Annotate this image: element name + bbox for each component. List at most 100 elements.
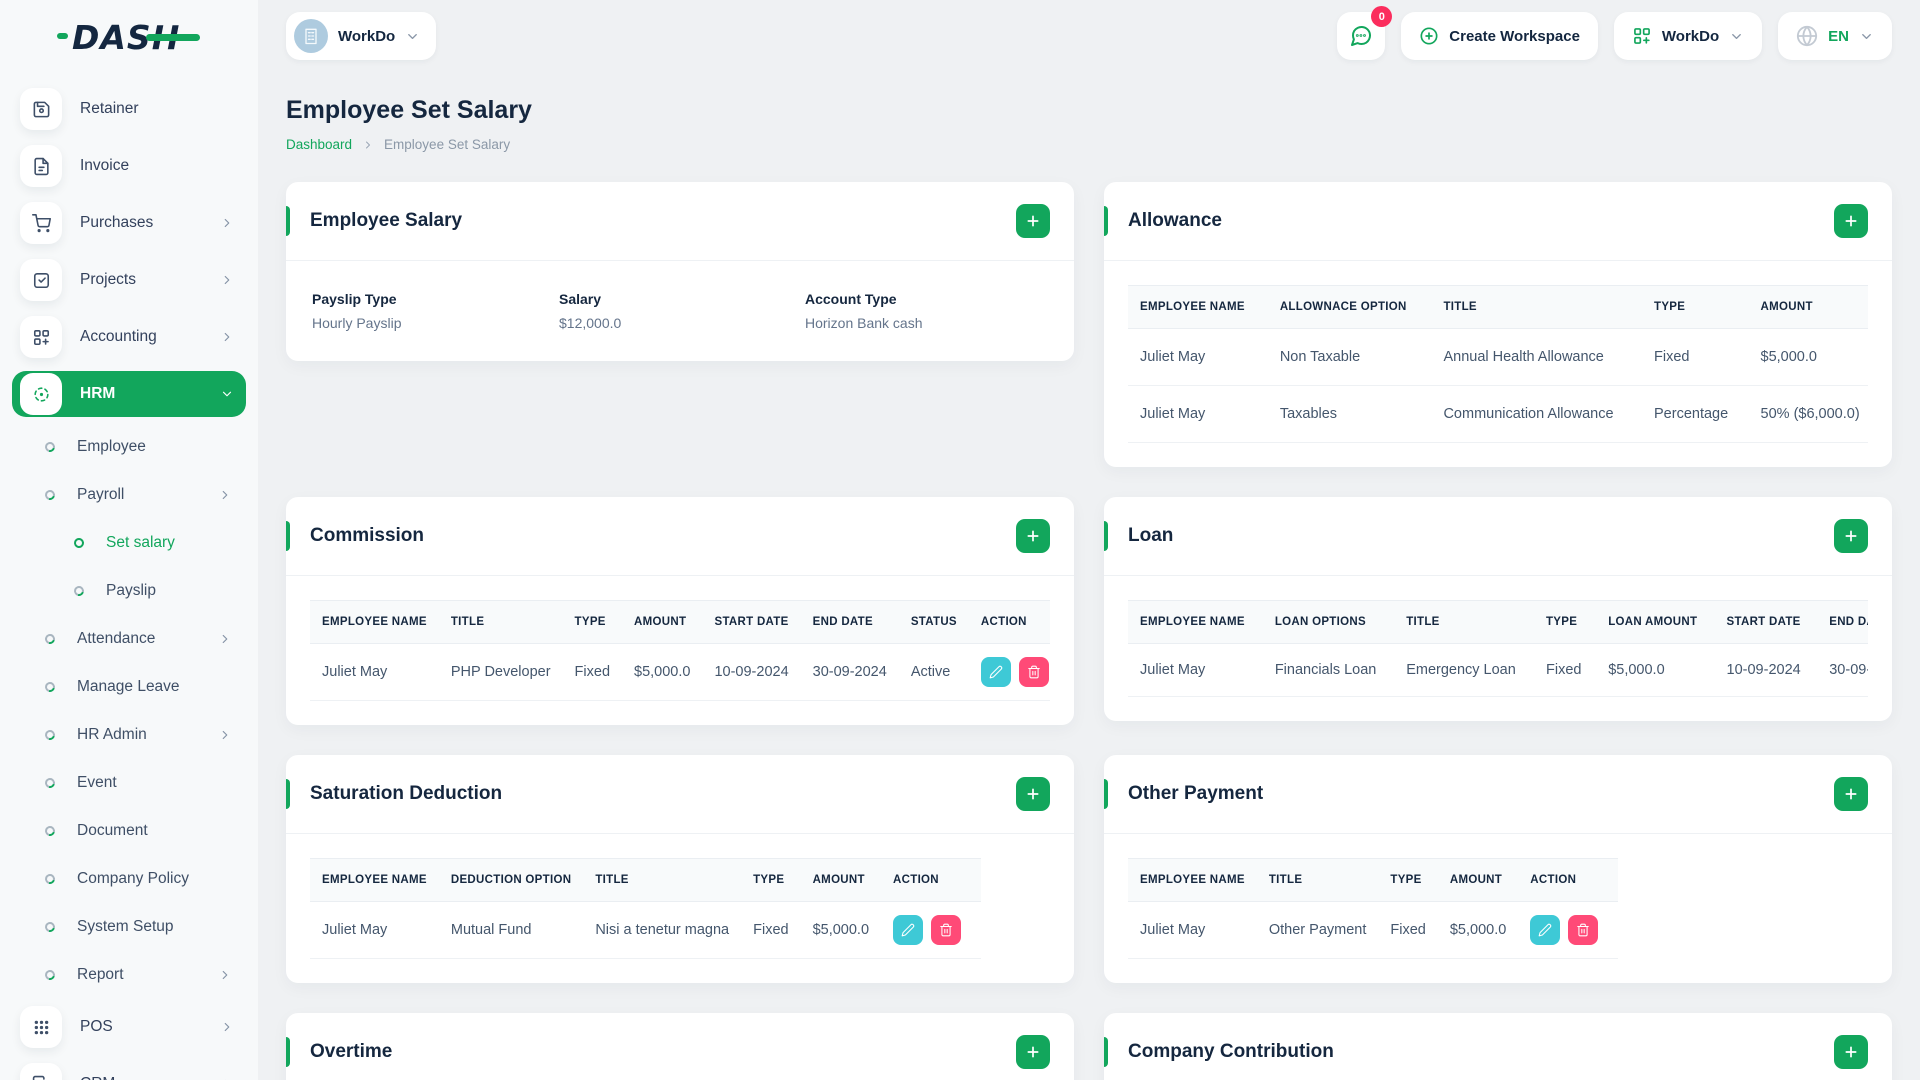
sidebar-item-accounting[interactable]: Accounting (12, 314, 246, 360)
sidebar-item-manage-leave[interactable]: Manage Leave (12, 668, 246, 705)
sidebar-item-employee[interactable]: Employee (12, 428, 246, 465)
field-account-type: Account Type Horizon Bank cash (805, 291, 1048, 331)
delete-button[interactable] (931, 915, 962, 945)
table-cell: Juliet May (1128, 643, 1263, 697)
bullet-icon (43, 967, 57, 982)
sidebar-item-label: System Setup (77, 917, 174, 935)
sidebar-item-purchases[interactable]: Purchases (12, 200, 246, 246)
table-cell: Non Taxable (1267, 328, 1432, 386)
field-label: Payslip Type (312, 291, 397, 307)
language-selector[interactable]: EN (1778, 12, 1892, 60)
sidebar-item-label: Attendance (77, 629, 156, 647)
column-header: TITLE (1394, 600, 1534, 644)
add-allowance-button[interactable] (1834, 204, 1868, 238)
column-header: AMOUNT (1748, 285, 1868, 329)
sidebar-item-attendance[interactable]: Attendance (12, 620, 246, 657)
add-overtime-button[interactable] (1016, 1035, 1050, 1069)
app-switcher-label: WorkDo (1661, 27, 1720, 45)
table-cell: Annual Health Allowance (1431, 328, 1642, 386)
chevron-down-icon (1859, 29, 1874, 44)
column-header: TYPE (741, 858, 801, 902)
sidebar-item-crm[interactable]: CRM (12, 1061, 246, 1080)
sidebar-item-invoice[interactable]: Invoice (12, 143, 246, 189)
sidebar-item-pos[interactable]: POS (12, 1004, 246, 1050)
edit-button[interactable] (980, 657, 1011, 687)
bullet-icon (43, 631, 57, 646)
table-cell: Juliet May (1128, 385, 1268, 443)
edit-button[interactable] (1530, 915, 1561, 945)
breadcrumb-link-dashboard[interactable]: Dashboard (286, 137, 352, 152)
retainer-icon (20, 88, 62, 130)
sidebar-item-set-salary[interactable]: Set salary (12, 524, 246, 561)
column-header: END DATE (1817, 600, 1868, 644)
sidebar-item-retainer[interactable]: Retainer (12, 86, 246, 132)
column-header: ACTION (881, 858, 982, 902)
add-commission-button[interactable] (1016, 519, 1050, 553)
card-header: Other Payment (1104, 755, 1892, 834)
delete-button[interactable] (1568, 915, 1599, 945)
edit-button[interactable] (893, 915, 924, 945)
app-switcher-button[interactable]: WorkDo (1613, 12, 1763, 60)
sidebar-item-report[interactable]: Report (12, 956, 246, 993)
sidebar: DASH Retainer Invoice Purchases Projects Acc… (0, 0, 258, 1080)
column-header: EMPLOYEE NAME (310, 600, 439, 644)
card-header: Allowance (1104, 182, 1892, 261)
table-cell: $5,000.0 (622, 643, 703, 701)
table-cell: Active (898, 643, 969, 701)
chevron-down-icon (405, 29, 420, 44)
other-payment-table: EMPLOYEE NAME TITLE TYPE AMOUNT ACTION Juliet… (1128, 858, 1868, 959)
workspace-selector[interactable]: WorkDo (286, 12, 437, 60)
table-row: Juliet May Other Payment Fixed $5,000.0 (1128, 901, 1619, 959)
table-cell: 10-09-2024 (702, 643, 801, 701)
field-value: $12,000.0 (559, 315, 622, 331)
saturation-deduction-table: EMPLOYEE NAME DEDUCTION OPTION TITLE TYPE AM… (310, 858, 1050, 959)
sidebar-item-payroll[interactable]: Payroll (12, 476, 246, 513)
page-title: Employee Set Salary (286, 96, 532, 124)
sidebar-item-document[interactable]: Document (12, 812, 246, 849)
bullet-icon (43, 679, 57, 694)
column-header: ALLOWNACE OPTION (1267, 285, 1432, 329)
table-cell: $5,000.0 (1437, 901, 1519, 959)
sidebar-item-label: Manage Leave (77, 677, 180, 695)
plus-circle-icon (1419, 26, 1439, 46)
sidebar-item-system-setup[interactable]: System Setup (12, 908, 246, 945)
plus-icon (1843, 528, 1859, 544)
plus-icon (1843, 1044, 1859, 1060)
add-loan-button[interactable] (1834, 519, 1868, 553)
add-company-contribution-button[interactable] (1834, 1035, 1868, 1069)
sidebar-item-payslip[interactable]: Payslip (12, 572, 246, 609)
sidebar-item-hr-admin[interactable]: HR Admin (12, 716, 246, 753)
messages-button[interactable]: 0 (1337, 6, 1393, 60)
sidebar-item-label: POS (80, 1018, 113, 1035)
column-header: EMPLOYEE NAME (310, 858, 439, 902)
create-workspace-button[interactable]: Create Workspace (1401, 12, 1598, 60)
delete-button[interactable] (1018, 657, 1049, 687)
sidebar-item-event[interactable]: Event (12, 764, 246, 801)
add-other-payment-button[interactable] (1834, 777, 1868, 811)
building-icon (294, 19, 328, 53)
grid-plus-icon (1632, 26, 1652, 46)
sidebar-item-label: Document (77, 821, 148, 839)
language-code: EN (1828, 27, 1849, 45)
table-header-row: EMPLOYEE NAME LOAN OPTIONS TITLE TYPE LOAN A… (1128, 600, 1868, 644)
sidebar-item-company-policy[interactable]: Company Policy (12, 860, 246, 897)
crm-icon (20, 1063, 62, 1080)
table-cell: PHP Developer (438, 643, 563, 701)
sidebar-item-projects[interactable]: Projects (12, 257, 246, 303)
sidebar-item-hrm[interactable]: HRM (12, 371, 246, 417)
allowance-table[interactable]: EMPLOYEE NAME ALLOWNACE OPTION TITLE TYPE AM… (1128, 285, 1868, 443)
bullet-icon (43, 775, 57, 790)
plus-icon (1843, 786, 1859, 802)
card-overtime: Overtime (286, 1013, 1074, 1080)
add-employee-salary-button[interactable] (1016, 204, 1050, 238)
chevron-right-icon (362, 139, 374, 151)
add-saturation-deduction-button[interactable] (1016, 777, 1050, 811)
field-value: Horizon Bank cash (805, 315, 923, 331)
sidebar-item-label: Payroll (77, 485, 125, 503)
brand-logo[interactable]: DASH (0, 0, 258, 74)
sidebar-item-label: Retainer (80, 100, 139, 117)
sidebar-item-label: Employee (77, 437, 146, 455)
column-header: ACTION (1518, 858, 1619, 902)
loan-table[interactable]: EMPLOYEE NAME LOAN OPTIONS TITLE TYPE LOAN A… (1128, 600, 1868, 697)
accounting-icon (20, 316, 62, 358)
